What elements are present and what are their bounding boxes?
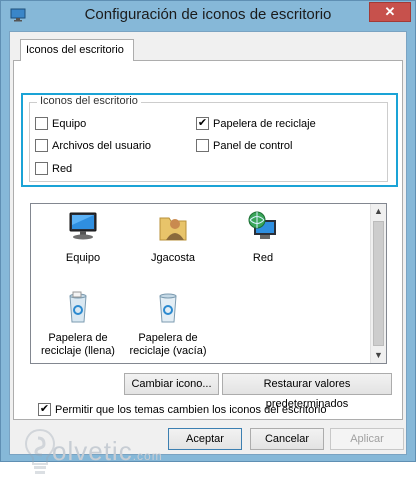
dialog-client-area: Iconos del escritorio Iconos del escrito… [9, 31, 407, 474]
checkbox-label: Red [52, 162, 73, 175]
restore-defaults-button[interactable]: Restaurar valores predeterminados [222, 373, 392, 410]
list-item-red[interactable]: Red [223, 210, 303, 265]
accept-button[interactable]: Aceptar [168, 428, 242, 450]
group-legend: Iconos del escritorio [37, 95, 141, 107]
desktop-icons-highlight: Iconos del escritorio Equipo ✔ Papelera … [21, 93, 398, 187]
vertical-scrollbar[interactable]: ▲ ▼ [370, 204, 386, 363]
checkbox-label: Panel de control [213, 139, 293, 152]
item-label: Equipo [65, 252, 101, 264]
checkbox-label: Equipo [52, 117, 87, 130]
close-button[interactable]: ✕ [369, 2, 411, 22]
item-label: Papelera de reciclaje (vacía) [129, 332, 207, 357]
checkbox-box[interactable] [35, 117, 48, 130]
checkbox-label: Archivos del usuario [52, 139, 152, 152]
checkbox-box[interactable] [35, 139, 48, 152]
scrollbar-thumb[interactable] [373, 221, 384, 346]
list-item-papelera-llena[interactable]: Papelera de reciclaje (llena) [38, 290, 118, 358]
checkbox-papelera[interactable]: ✔ Papelera de reciclaje [196, 117, 316, 130]
network-globe-icon [248, 211, 276, 239]
cancel-button[interactable]: Cancelar [250, 428, 324, 450]
computer-icon [69, 212, 97, 240]
user-folder-icon [159, 217, 187, 241]
item-label: Red [252, 252, 274, 264]
tab-panel: Iconos del escritorio Equipo ✔ Papelera … [13, 60, 403, 420]
checkbox-label: Papelera de reciclaje [213, 117, 316, 130]
item-label: Papelera de reciclaje (llena) [41, 332, 115, 357]
checkbox-panel-control[interactable]: Panel de control [196, 139, 293, 152]
list-item-jgacosta[interactable]: Jgacosta [133, 210, 213, 265]
desktop-icons-group: Iconos del escritorio Equipo ✔ Papelera … [29, 95, 388, 182]
tab-desktop-icons[interactable]: Iconos del escritorio [20, 39, 134, 61]
icon-list[interactable]: Equipo Jgacosta Red Papelera de reciclaj… [30, 203, 387, 364]
list-item-papelera-vacia[interactable]: Papelera de reciclaje (vacía) [128, 290, 208, 358]
checkbox-allow-themes[interactable]: ✔ Permitir que los temas cambien los ico… [38, 403, 326, 416]
apply-button[interactable]: Aplicar [330, 428, 404, 450]
recycle-bin-full-icon [69, 291, 87, 323]
chevron-up-icon[interactable]: ▲ [371, 204, 386, 219]
checkbox-archivos-usuario[interactable]: Archivos del usuario [35, 139, 151, 152]
item-label: Jgacosta [150, 252, 196, 264]
checkbox-box-checked[interactable]: ✔ [38, 403, 51, 416]
title-bar[interactable]: Configuración de iconos de escritorio ✕ [1, 1, 415, 31]
recycle-bin-empty-icon [159, 293, 177, 323]
checkbox-box[interactable] [35, 162, 48, 175]
chevron-down-icon[interactable]: ▼ [371, 348, 386, 363]
checkbox-box[interactable] [196, 139, 209, 152]
change-icon-button[interactable]: Cambiar icono... [124, 373, 219, 395]
checkbox-label: Permitir que los temas cambien los icono… [55, 403, 327, 416]
window-title: Configuración de iconos de escritorio [84, 6, 332, 23]
dialog-window: Configuración de iconos de escritorio ✕ … [0, 0, 416, 474]
checkbox-box-checked[interactable]: ✔ [196, 117, 209, 130]
checkbox-red[interactable]: Red [35, 162, 72, 175]
checkbox-equipo[interactable]: Equipo [35, 117, 86, 130]
watermark-text: olvetic.com [52, 436, 163, 466]
list-item-equipo[interactable]: Equipo [43, 210, 123, 265]
